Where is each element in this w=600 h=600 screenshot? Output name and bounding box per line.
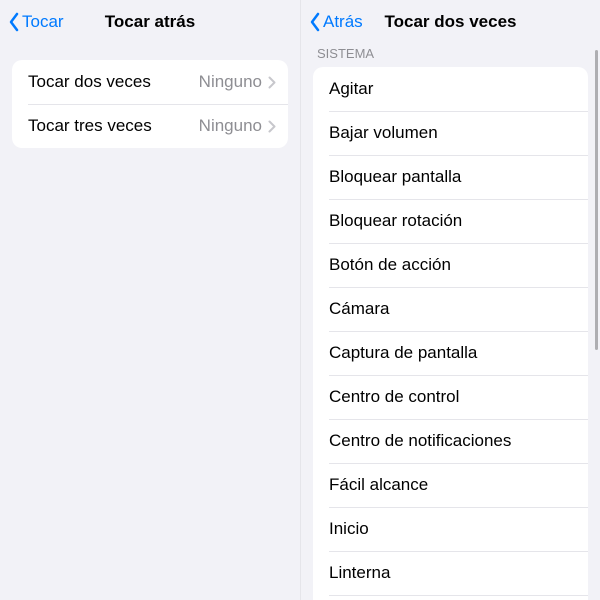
chevron-left-icon — [309, 12, 321, 32]
back-tap-settings-pane: Tocar Tocar atrás Tocar dos veces Ningun… — [0, 0, 300, 600]
row-label: Bajar volumen — [329, 123, 576, 143]
row-label: Tocar dos veces — [28, 72, 199, 92]
navbar-right: Atrás Tocar dos veces — [301, 0, 600, 44]
row-label: Fácil alcance — [329, 475, 576, 495]
list-item[interactable]: Selector de app — [313, 595, 588, 600]
row-value: Ninguno — [199, 116, 262, 136]
back-button[interactable]: Tocar — [8, 12, 64, 32]
chevron-right-icon — [268, 76, 276, 89]
list-item[interactable]: Agitar — [313, 67, 588, 111]
back-tap-group: Tocar dos veces Ninguno Tocar tres veces… — [0, 60, 300, 148]
row-label: Bloquear pantalla — [329, 167, 576, 187]
list-item[interactable]: Cámara — [313, 287, 588, 331]
back-button-label: Atrás — [323, 12, 363, 32]
list-item[interactable]: Linterna — [313, 551, 588, 595]
row-label: Agitar — [329, 79, 576, 99]
system-actions-list: Agitar Bajar volumen Bloquear pantalla B… — [313, 67, 588, 600]
content-left: Tocar dos veces Ninguno Tocar tres veces… — [0, 44, 300, 600]
triple-tap-row[interactable]: Tocar tres veces Ninguno — [12, 104, 288, 148]
list-item[interactable]: Fácil alcance — [313, 463, 588, 507]
row-label: Centro de notificaciones — [329, 431, 576, 451]
section-header-system: Sistema — [301, 44, 600, 67]
list-item[interactable]: Botón de acción — [313, 243, 588, 287]
back-button-label: Tocar — [22, 12, 64, 32]
scrollbar-thumb[interactable] — [595, 50, 598, 350]
back-button[interactable]: Atrás — [309, 12, 363, 32]
double-tap-options-pane: Atrás Tocar dos veces Sistema Agitar Baj… — [300, 0, 600, 600]
row-label: Linterna — [329, 563, 576, 583]
list-item[interactable]: Bloquear rotación — [313, 199, 588, 243]
row-label: Bloquear rotación — [329, 211, 576, 231]
list-item[interactable]: Bloquear pantalla — [313, 155, 588, 199]
row-label: Captura de pantalla — [329, 343, 576, 363]
row-label: Tocar tres veces — [28, 116, 199, 136]
chevron-left-icon — [8, 12, 20, 32]
list-item[interactable]: Captura de pantalla — [313, 331, 588, 375]
row-label: Centro de control — [329, 387, 576, 407]
double-tap-row[interactable]: Tocar dos veces Ninguno — [12, 60, 288, 104]
list-item[interactable]: Inicio — [313, 507, 588, 551]
row-label: Inicio — [329, 519, 576, 539]
navbar-left: Tocar Tocar atrás — [0, 0, 300, 44]
back-tap-list: Tocar dos veces Ninguno Tocar tres veces… — [12, 60, 288, 148]
list-item[interactable]: Centro de control — [313, 375, 588, 419]
row-label: Botón de acción — [329, 255, 576, 275]
list-item[interactable]: Centro de notificaciones — [313, 419, 588, 463]
content-right: Sistema Agitar Bajar volumen Bloquear pa… — [301, 44, 600, 600]
row-value: Ninguno — [199, 72, 262, 92]
chevron-right-icon — [268, 120, 276, 133]
row-label: Cámara — [329, 299, 576, 319]
list-item[interactable]: Bajar volumen — [313, 111, 588, 155]
